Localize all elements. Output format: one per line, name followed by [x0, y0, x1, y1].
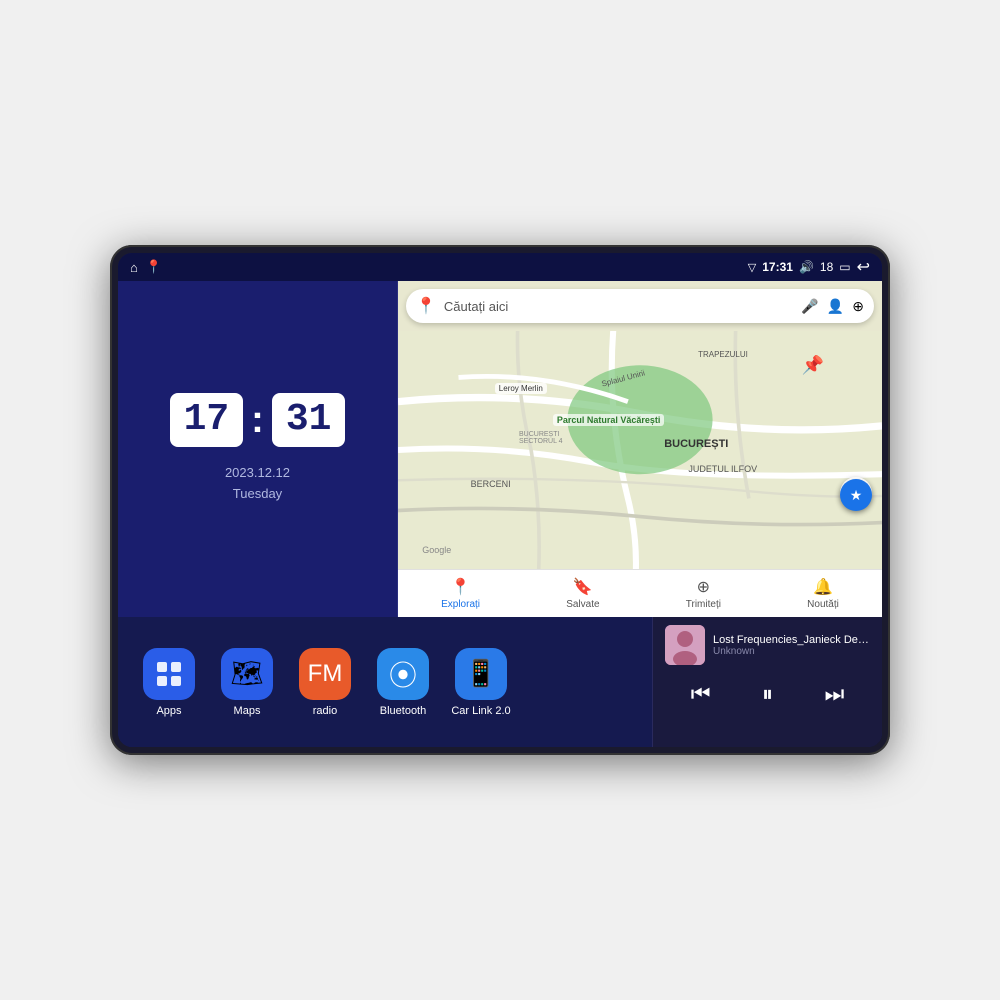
map-label-leroy: Leroy Merlin: [495, 383, 547, 394]
news-icon: 🔔: [813, 577, 833, 597]
app-item-apps[interactable]: Apps: [134, 648, 204, 717]
device-screen: ⌂ 📍 ▽ 17:31 🔊 18 ▭ ↩ 17 :: [118, 253, 882, 747]
carlink-label: Car Link 2.0: [451, 705, 510, 717]
location-pin-icon[interactable]: 📍: [146, 259, 162, 275]
apps-icon: [143, 648, 195, 700]
back-icon[interactable]: ↩: [857, 257, 870, 277]
account-icon[interactable]: 👤: [827, 298, 844, 315]
battery-icon: ▭: [839, 260, 850, 274]
status-bar: ⌂ 📍 ▽ 17:31 🔊 18 ▭ ↩: [118, 253, 882, 281]
music-artist: Unknown: [713, 646, 870, 657]
saved-icon: 🔖: [573, 577, 593, 597]
radio-icon: FM: [299, 648, 351, 700]
map-search-placeholder[interactable]: Căutați aici: [444, 299, 793, 314]
map-search-bar[interactable]: 📍 Căutați aici 🎤 👤 ⊕: [406, 289, 874, 323]
clock-hour: 17: [170, 393, 244, 447]
app-item-carlink[interactable]: 📱 Car Link 2.0: [446, 648, 516, 717]
device-frame: ⌂ 📍 ▽ 17:31 🔊 18 ▭ ↩ 17 :: [110, 245, 890, 755]
bluetooth-icon: ⦿: [377, 648, 429, 700]
carlink-icon: 📱: [455, 648, 507, 700]
battery-level: 18: [820, 260, 833, 274]
clock-date: 2023.12.12 Tuesday: [225, 463, 290, 505]
home-icon[interactable]: ⌂: [130, 260, 138, 275]
clock-display: 17 : 31: [170, 393, 346, 447]
music-thumb-image: [665, 625, 705, 665]
apps-label: Apps: [156, 705, 181, 717]
map-bottom-nav: 📍 Explorați 🔖 Salvate ⊕ Trimiteți 🔔: [398, 569, 882, 617]
play-pause-button[interactable]: ⏸: [754, 677, 781, 711]
map-label-bucharest: BUCUREȘTI: [664, 438, 728, 450]
map-background: Parcul Natural Văcărești BUCUREȘTI JUDEȚ…: [398, 331, 882, 569]
volume-icon: 🔊: [799, 260, 814, 274]
maps-logo-icon: 📍: [416, 296, 436, 316]
map-label-google: Google: [422, 545, 451, 555]
top-section: 17 : 31 2023.12.12 Tuesday 📍 Căutați aic…: [118, 281, 882, 617]
app-item-radio[interactable]: FM radio: [290, 648, 360, 717]
next-button[interactable]: ⏭: [816, 677, 852, 711]
app-item-bluetooth[interactable]: ⦿ Bluetooth: [368, 648, 438, 717]
prev-button[interactable]: ⏮: [683, 677, 719, 711]
map-label-natural-park: Parcul Natural Văcărești: [553, 414, 665, 426]
map-label-trapezului: TRAPEZULUI: [698, 350, 748, 359]
layers-icon[interactable]: ⊕: [852, 298, 864, 315]
red-location-pin: 📌: [802, 355, 824, 376]
maps-icon: 🗺: [221, 648, 273, 700]
map-label-ilfov: JUDEȚUL ILFOV: [688, 464, 757, 474]
news-label: Noutăți: [807, 599, 839, 610]
music-text: Lost Frequencies_Janieck Devy-... Unknow…: [713, 634, 870, 657]
time-display: 17:31: [762, 260, 793, 274]
share-icon: ⊕: [697, 577, 710, 597]
apps-row: Apps 🗺 Maps FM radio: [118, 617, 652, 747]
app-item-maps[interactable]: 🗺 Maps: [212, 648, 282, 717]
clock-panel: 17 : 31 2023.12.12 Tuesday: [118, 281, 398, 617]
map-nav-news[interactable]: 🔔 Noutăți: [807, 577, 839, 610]
explore-icon: 📍: [451, 577, 471, 597]
mic-icon[interactable]: 🎤: [801, 298, 818, 315]
radio-label: radio: [313, 705, 337, 717]
navigate-button[interactable]: ★: [840, 479, 872, 511]
map-search-icons: 🎤 👤 ⊕: [801, 298, 864, 315]
map-nav-saved[interactable]: 🔖 Salvate: [566, 577, 599, 610]
status-bar-left: ⌂ 📍: [130, 259, 162, 275]
main-content: 17 : 31 2023.12.12 Tuesday 📍 Căutați aic…: [118, 281, 882, 747]
music-info: Lost Frequencies_Janieck Devy-... Unknow…: [665, 625, 870, 665]
explore-label: Explorați: [441, 599, 480, 610]
signal-icon: ▽: [748, 261, 756, 274]
music-title: Lost Frequencies_Janieck Devy-...: [713, 634, 870, 646]
status-bar-right: ▽ 17:31 🔊 18 ▭ ↩: [748, 257, 870, 277]
music-thumbnail: [665, 625, 705, 665]
maps-label: Maps: [234, 705, 261, 717]
clock-colon: :: [251, 399, 264, 442]
share-label: Trimiteți: [686, 599, 721, 610]
map-panel[interactable]: 📍 Căutați aici 🎤 👤 ⊕: [398, 281, 882, 617]
map-label-berceni: BERCENI: [471, 479, 511, 489]
clock-minute: 31: [272, 393, 346, 447]
bluetooth-label: Bluetooth: [380, 705, 426, 717]
music-panel: Lost Frequencies_Janieck Devy-... Unknow…: [652, 617, 882, 747]
map-nav-share[interactable]: ⊕ Trimiteți: [686, 577, 721, 610]
music-controls: ⏮ ⏸ ⏭: [665, 673, 870, 715]
bottom-section: Apps 🗺 Maps FM radio: [118, 617, 882, 747]
saved-label: Salvate: [566, 599, 599, 610]
map-nav-explore[interactable]: 📍 Explorați: [441, 577, 480, 610]
map-label-sector4: BUCUREȘTISECTORUL 4: [519, 431, 563, 445]
